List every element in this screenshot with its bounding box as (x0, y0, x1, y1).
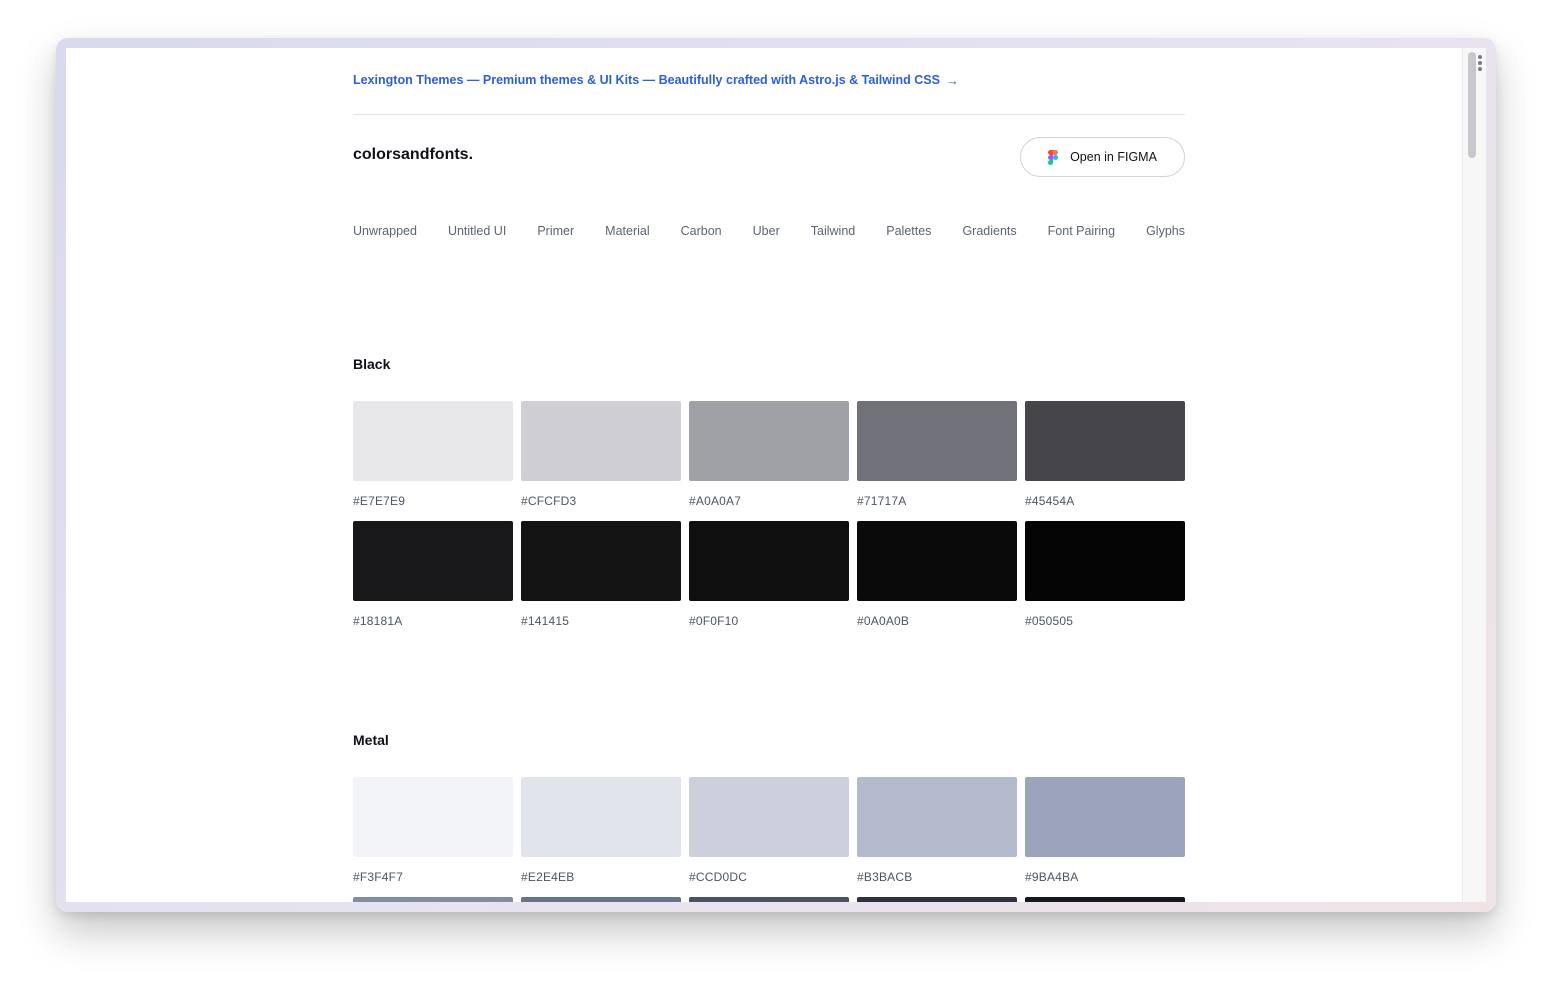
swatch-grid-metal: #F3F4F7 #E2E4EB #CCD0DC #B3BACB #9BA4BA (353, 777, 1185, 885)
color-swatch[interactable] (521, 401, 681, 481)
divider (353, 114, 1185, 115)
nav-item-untitled-ui[interactable]: Untitled UI (448, 224, 506, 238)
color-swatch-card[interactable]: #45454A (1025, 401, 1185, 509)
site-logo[interactable]: colorsandfonts. (353, 146, 473, 164)
nav-item-carbon[interactable]: Carbon (681, 224, 722, 238)
color-swatch[interactable] (353, 521, 513, 601)
color-swatch-card[interactable]: #141415 (521, 521, 681, 629)
swatch-grid-black: #E7E7E9 #CFCFD3 #A0A0A7 #71717A #45454A #1818… (353, 401, 1185, 629)
color-swatch[interactable] (1025, 897, 1185, 902)
color-swatch-card[interactable]: #F3F4F7 (353, 777, 513, 885)
color-swatch[interactable] (857, 897, 1017, 902)
color-swatch-card[interactable]: #A0A0A7 (689, 401, 849, 509)
figma-icon (1048, 149, 1059, 165)
color-swatch-card[interactable]: #E7E7E9 (353, 401, 513, 509)
nav-item-tailwind[interactable]: Tailwind (811, 224, 855, 238)
hex-label: #E7E7E9 (353, 494, 406, 508)
color-swatch[interactable] (1025, 521, 1185, 601)
color-swatch-card[interactable]: #71717A (857, 401, 1017, 509)
color-swatch[interactable] (353, 401, 513, 481)
color-swatch[interactable] (689, 521, 849, 601)
color-swatch-card[interactable]: #0F0F10 (689, 521, 849, 629)
color-swatch-card[interactable]: #B3BACB (857, 777, 1017, 885)
hex-label: #9BA4BA (1025, 870, 1079, 884)
hex-label: #B3BACB (857, 870, 913, 884)
hex-label: #CFCFD3 (521, 494, 577, 508)
color-swatch[interactable] (353, 897, 513, 902)
hex-label: #E2E4EB (521, 870, 575, 884)
hex-label: #CCD0DC (689, 870, 748, 884)
color-swatch[interactable] (857, 777, 1017, 857)
color-swatch[interactable] (1025, 777, 1185, 857)
color-swatch[interactable] (857, 401, 1017, 481)
color-swatch[interactable] (521, 897, 681, 902)
figma-button-label: Open in FIGMA (1070, 150, 1157, 164)
vertical-scrollbar[interactable] (1462, 48, 1486, 902)
swatch-row-partial (353, 897, 1185, 902)
main-nav: Unwrapped Untitled UI Primer Material Ca… (353, 224, 1185, 238)
color-swatch[interactable] (689, 777, 849, 857)
scrollbar-thumb[interactable] (1468, 52, 1476, 158)
color-swatch-card[interactable]: #9BA4BA (1025, 777, 1185, 885)
color-swatch-card[interactable]: #CFCFD3 (521, 401, 681, 509)
nav-item-palettes[interactable]: Palettes (886, 224, 931, 238)
color-swatch[interactable] (689, 401, 849, 481)
section-title-metal: Metal (353, 732, 389, 748)
open-in-figma-button[interactable]: Open in FIGMA (1020, 137, 1185, 177)
color-swatch[interactable] (857, 521, 1017, 601)
hex-label: #A0A0A7 (689, 494, 742, 508)
nav-item-gradients[interactable]: Gradients (962, 224, 1016, 238)
color-swatch[interactable] (521, 521, 681, 601)
nav-item-primer[interactable]: Primer (537, 224, 574, 238)
section-title-black: Black (353, 356, 391, 372)
color-swatch-card[interactable]: #CCD0DC (689, 777, 849, 885)
hex-label: #F3F4F7 (353, 870, 404, 884)
color-swatch[interactable] (689, 897, 849, 902)
hex-label: #141415 (521, 614, 570, 628)
hex-label: #0A0A0B (857, 614, 910, 628)
browser-window: Lexington Themes — Premium themes & UI K… (56, 38, 1496, 912)
color-swatch[interactable] (353, 777, 513, 857)
nav-item-font-pairing[interactable]: Font Pairing (1048, 224, 1115, 238)
color-swatch[interactable] (1025, 401, 1185, 481)
arrow-right-icon: → (945, 72, 959, 88)
color-swatch-card[interactable]: #E2E4EB (521, 777, 681, 885)
nav-item-unwrapped[interactable]: Unwrapped (353, 224, 417, 238)
hex-label: #0F0F10 (689, 614, 739, 628)
hex-label: #050505 (1025, 614, 1074, 628)
promo-text: Lexington Themes — Premium themes & UI K… (353, 73, 940, 87)
hex-label: #45454A (1025, 494, 1075, 508)
page-viewport: Lexington Themes — Premium themes & UI K… (66, 48, 1486, 902)
nav-item-uber[interactable]: Uber (753, 224, 780, 238)
color-swatch-card[interactable]: #0A0A0B (857, 521, 1017, 629)
promo-link[interactable]: Lexington Themes — Premium themes & UI K… (353, 70, 1185, 90)
color-swatch[interactable] (521, 777, 681, 857)
more-options-icon[interactable] (1478, 55, 1482, 71)
hex-label: #71717A (857, 494, 907, 508)
nav-item-material[interactable]: Material (605, 224, 649, 238)
color-swatch-card[interactable]: #050505 (1025, 521, 1185, 629)
color-swatch-card[interactable]: #18181A (353, 521, 513, 629)
nav-item-glyphs[interactable]: Glyphs (1146, 224, 1185, 238)
hex-label: #18181A (353, 614, 403, 628)
